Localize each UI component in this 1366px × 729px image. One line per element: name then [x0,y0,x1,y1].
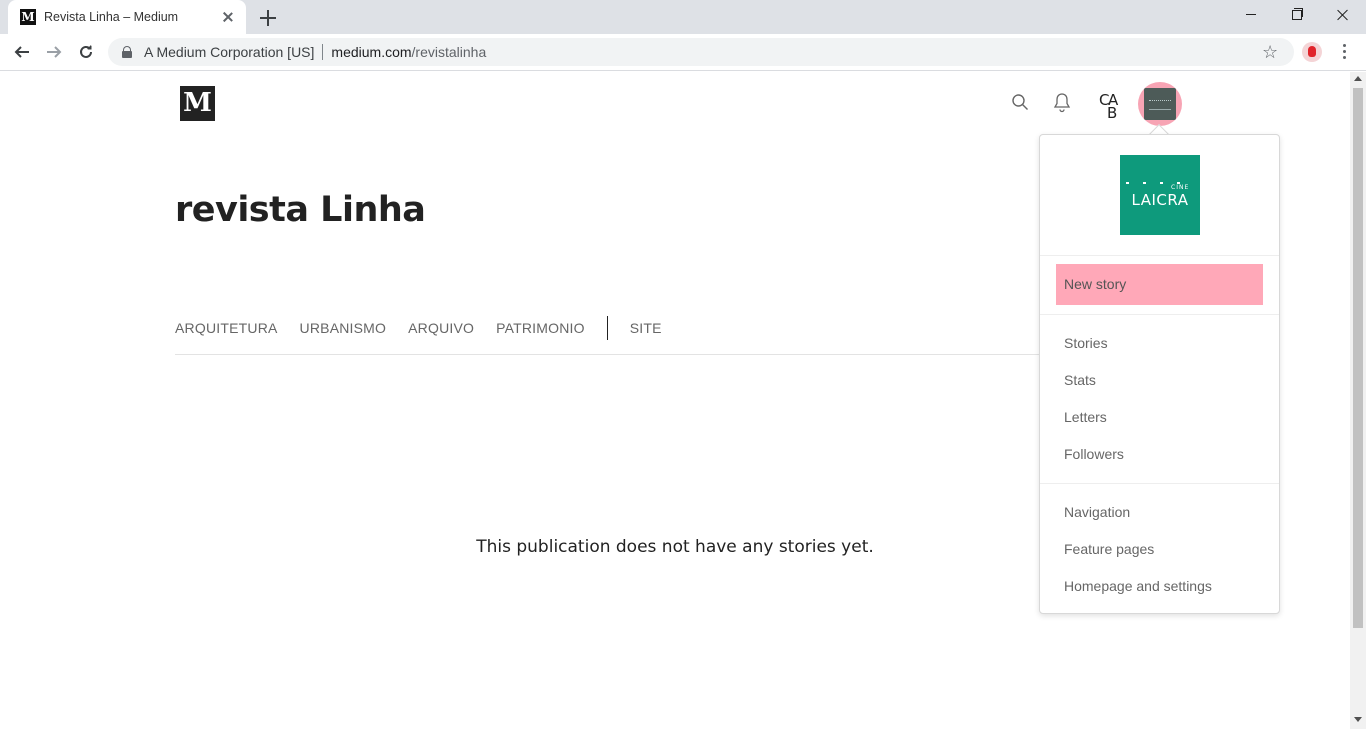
nav-arquivo[interactable]: ARQUIVO [408,320,474,336]
scroll-up-arrow-icon[interactable] [1354,76,1362,81]
nav-site[interactable]: SITE [630,320,662,336]
scroll-down-arrow-icon[interactable] [1354,717,1362,722]
menu-separator [1040,255,1279,256]
menu-item-homepage-settings[interactable]: Homepage and settings [1064,578,1212,594]
minimize-icon[interactable] [1228,0,1274,30]
close-window-icon[interactable] [1320,0,1366,30]
menu-item-navigation[interactable]: Navigation [1064,504,1130,520]
menu-separator [1040,483,1279,484]
medium-logo[interactable]: M [180,86,215,121]
logo-small-word: CINE [1171,184,1190,191]
new-tab-icon[interactable] [258,8,278,28]
lock-icon [122,46,132,58]
browser-tab[interactable]: M Revista Linha – Medium [8,0,246,34]
tab-strip: M Revista Linha – Medium [0,0,1366,34]
menu-item-stats[interactable]: Stats [1064,372,1096,388]
notifications-bell-icon[interactable] [1051,91,1075,115]
forward-icon[interactable] [42,40,66,64]
menu-item-followers[interactable]: Followers [1064,446,1124,462]
menu-item-feature-pages[interactable]: Feature pages [1064,541,1154,557]
url-path: /revistalinha [411,44,487,60]
nav-arquitetura[interactable]: ARQUITETURA [175,320,278,336]
menu-item-stories[interactable]: Stories [1064,335,1108,351]
svg-text:B: B [1107,104,1117,120]
profile-avatar[interactable] [1302,42,1322,62]
scroll-thumb[interactable] [1353,88,1363,628]
address-bar[interactable]: A Medium Corporation [US] medium.com/rev… [108,38,1294,66]
nav-divider-line [175,354,1175,355]
nav-patrimonio[interactable]: PATRIMONIO [496,320,585,336]
logo-word: LAICRA [1131,191,1189,209]
nav-divider [606,316,608,340]
user-dropdown-menu: LAICRA CINE New story Stories Stats Lett… [1039,134,1280,614]
browser-menu-icon[interactable] [1340,44,1348,62]
user-avatar[interactable] [1144,88,1176,120]
url-separator [322,44,324,60]
reload-icon[interactable] [74,40,98,64]
publication-logo[interactable]: LAICRA CINE [1120,155,1200,235]
restore-icon[interactable] [1274,0,1320,30]
medium-favicon-icon: M [20,9,36,25]
publication-title: revista Linha [175,190,426,230]
close-tab-icon[interactable] [220,9,236,25]
publication-cab-icon[interactable]: C A B [1098,90,1126,122]
menu-item-letters[interactable]: Letters [1064,409,1107,425]
browser-toolbar: A Medium Corporation [US] medium.com/rev… [0,34,1366,71]
url-host: medium.com [331,44,412,60]
logo-wordmark: LAICRA CINE [1120,184,1200,209]
menu-separator [1040,314,1279,315]
site-identity: A Medium Corporation [US] [144,44,315,60]
publication-nav: ARQUITETURA URBANISMO ARQUIVO PATRIMONIO… [175,315,684,341]
new-story-item[interactable]: New story [1056,264,1263,305]
search-icon[interactable] [1010,92,1034,116]
tab-title: Revista Linha – Medium [44,10,179,24]
bookmark-star-icon[interactable]: ☆ [1262,42,1278,62]
page-scrollbar[interactable] [1350,72,1366,729]
nav-urbanismo[interactable]: URBANISMO [300,320,387,336]
back-icon[interactable] [10,40,34,64]
